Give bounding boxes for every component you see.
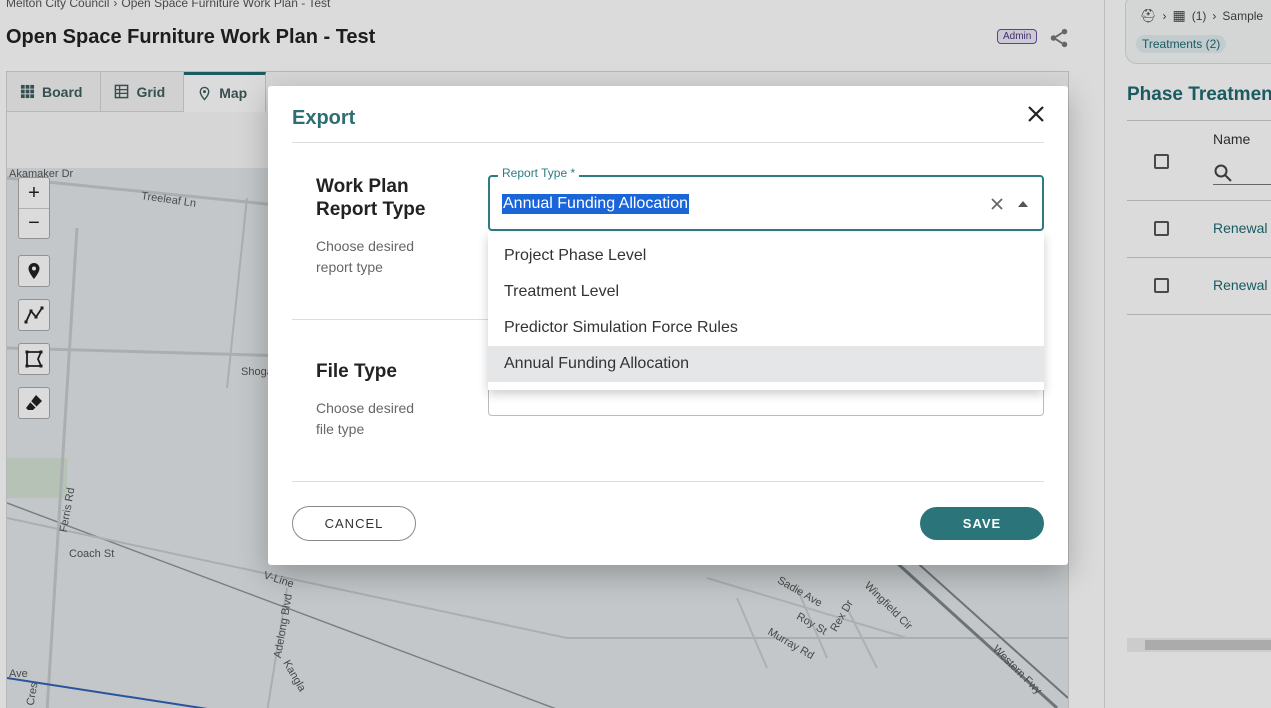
report-type-select[interactable]: Report Type * Annual Funding Allocation: [488, 166, 1044, 231]
report-type-heading: Work Plan Report Type: [316, 175, 425, 221]
report-type-description: Choose desired report type: [316, 236, 414, 278]
divider: [292, 142, 1044, 143]
file-type-description-line1: Choose desired: [316, 400, 415, 416]
dialog-title: Export: [292, 107, 356, 129]
report-type-heading-line1: Work Plan: [316, 176, 409, 197]
file-type-description: Choose desired file type: [316, 398, 414, 440]
report-type-heading-line2: Report Type: [316, 199, 426, 220]
cancel-button[interactable]: CANCEL: [292, 506, 416, 541]
file-type-description-line2: file type: [316, 421, 365, 437]
option-predictor-simulation-force-rules[interactable]: Predictor Simulation Force Rules: [488, 310, 1044, 346]
clear-icon[interactable]: [988, 195, 1006, 213]
file-type-heading: File Type: [316, 361, 397, 382]
report-type-options: Project Phase Level Treatment Level Pred…: [488, 232, 1044, 390]
report-type-description-line1: Choose desired: [316, 238, 415, 254]
caret-up-icon[interactable]: [1014, 195, 1032, 213]
close-icon[interactable]: [1025, 103, 1047, 125]
report-type-label: Report Type *: [498, 166, 580, 180]
save-button[interactable]: SAVE: [920, 507, 1044, 540]
report-type-description-line2: report type: [316, 259, 383, 275]
option-project-phase-level[interactable]: Project Phase Level: [488, 238, 1044, 274]
option-annual-funding-allocation[interactable]: Annual Funding Allocation: [488, 346, 1044, 382]
divider: [292, 481, 1044, 482]
option-treatment-level[interactable]: Treatment Level: [488, 274, 1044, 310]
report-type-value[interactable]: Annual Funding Allocation: [502, 194, 690, 214]
export-dialog: Export Work Plan Report Type Choose desi…: [268, 86, 1068, 565]
